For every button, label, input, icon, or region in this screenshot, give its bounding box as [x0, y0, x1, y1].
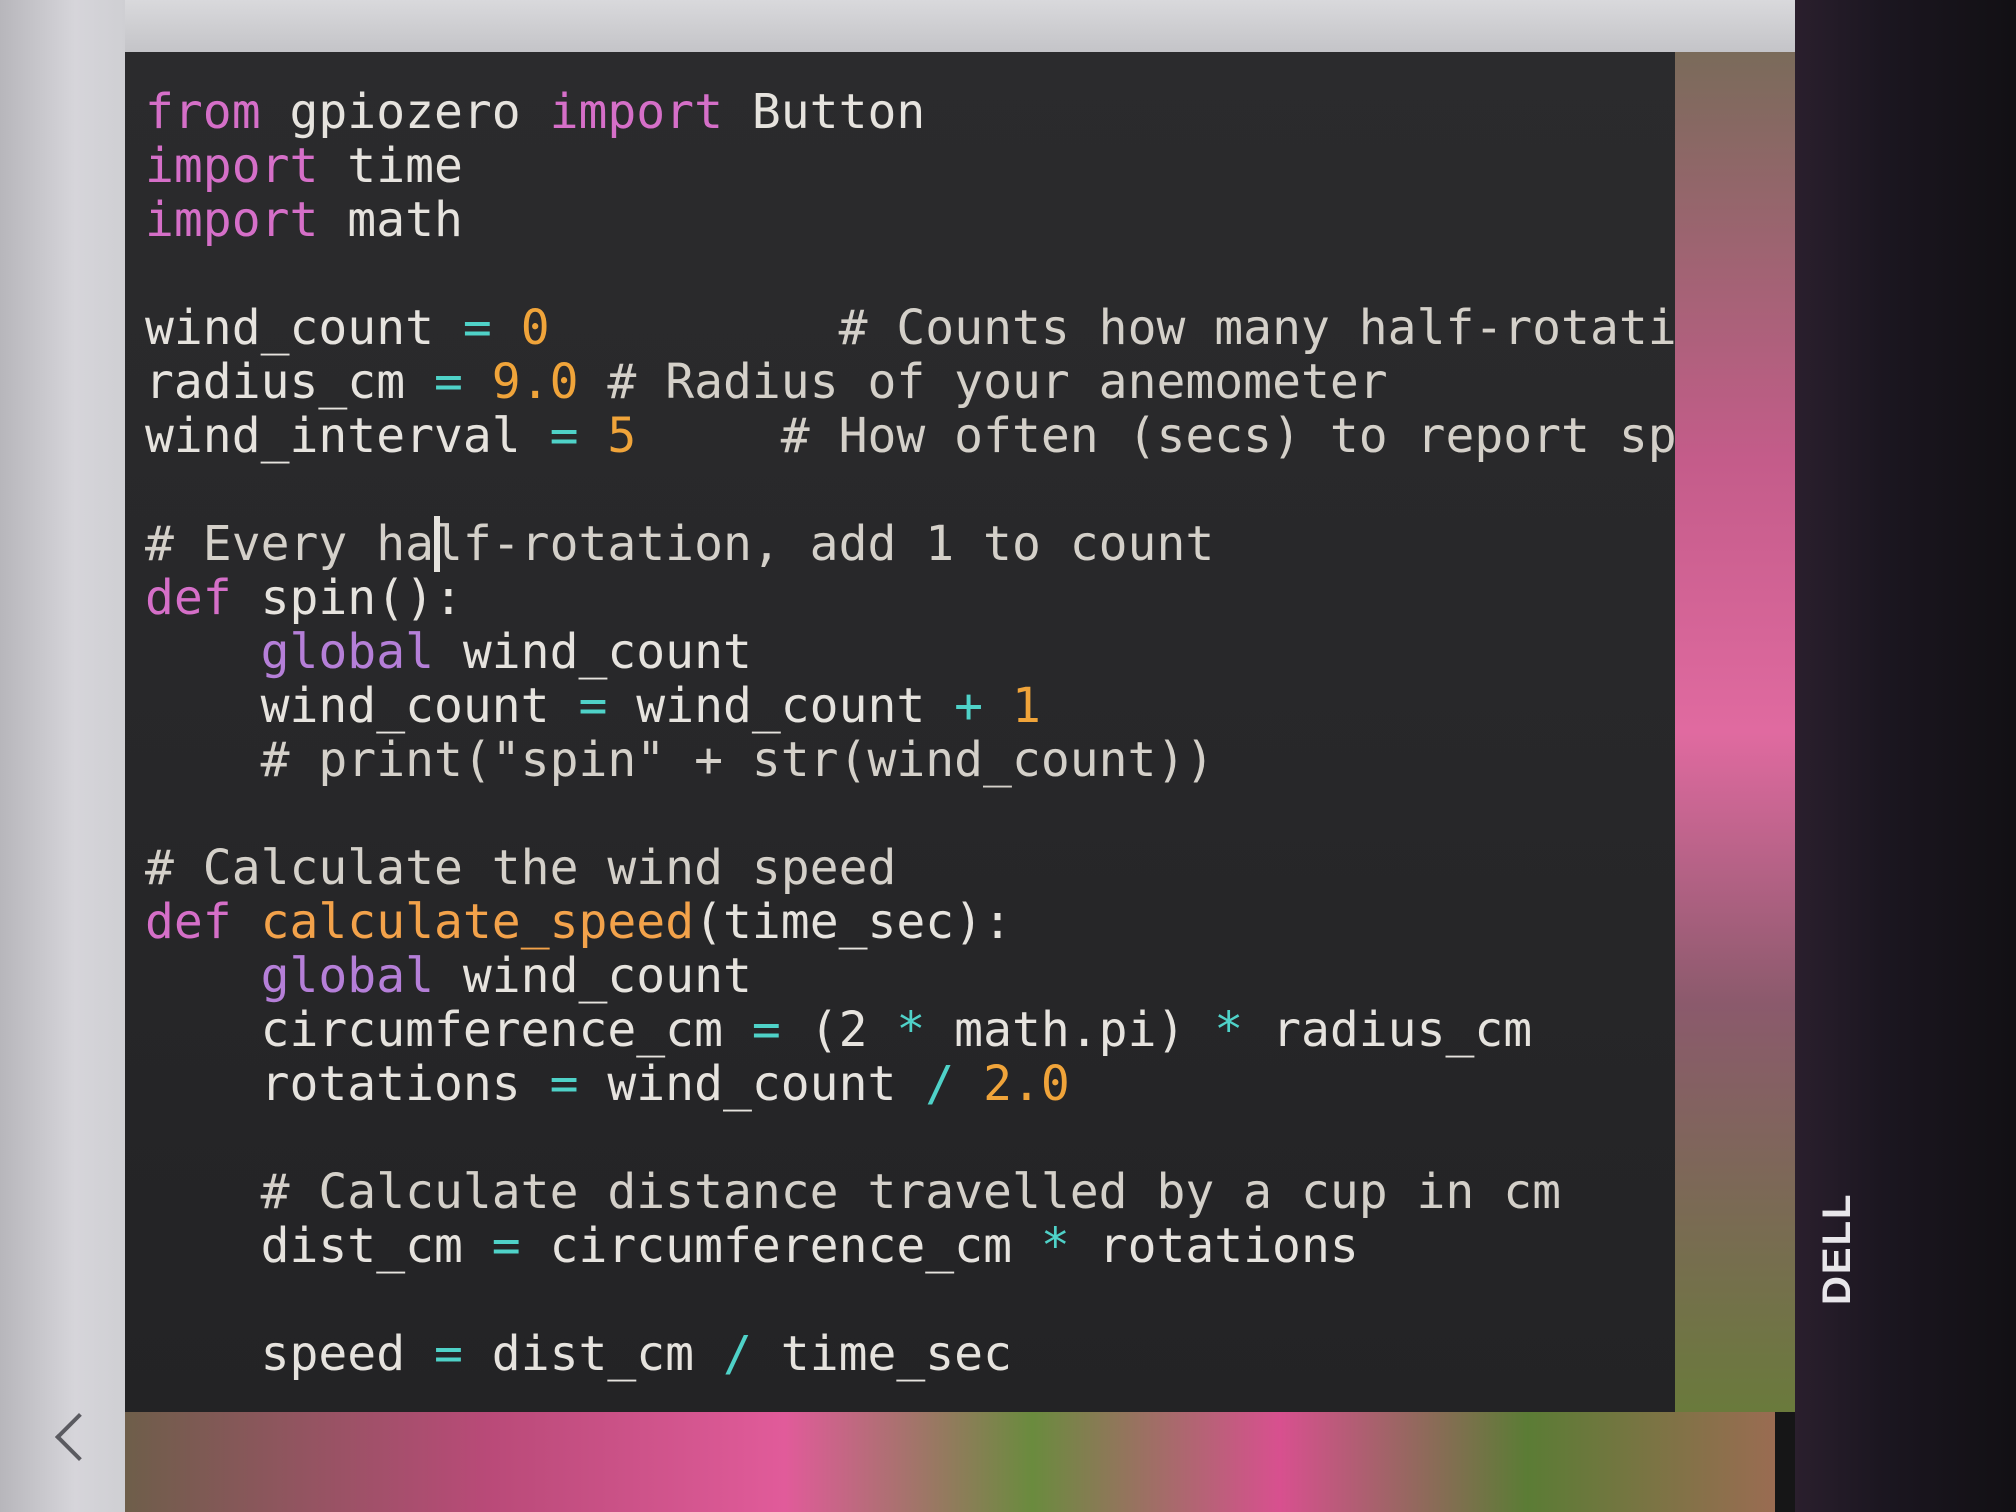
code-token: circumference_cm [520, 1218, 1041, 1274]
code-token: wind_count [433, 624, 752, 680]
code-line[interactable]: # Calculate the wind speed [145, 838, 896, 898]
code-token: = [433, 354, 463, 410]
code-line[interactable]: import math [145, 190, 463, 250]
code-token: global [260, 624, 434, 680]
code-token: dist_cm [145, 1218, 492, 1274]
code-token: # How often (secs) to report speed [636, 408, 1764, 464]
code-token: = [751, 1002, 781, 1058]
code-line[interactable]: rotations = wind_count / 2.0 [145, 1054, 1070, 1114]
code-token: 5 [607, 408, 637, 464]
code-line[interactable]: # Every half-rotation, add 1 to count [145, 514, 1214, 574]
code-token: circumference_cm [145, 1002, 752, 1058]
code-token: # Counts how many half-rotations [549, 300, 1764, 356]
code-token: wind_count [145, 678, 579, 734]
code-token: math [318, 192, 463, 248]
code-token: import [145, 138, 319, 194]
code-line[interactable]: wind_count = 0 # Counts how many half-ro… [145, 298, 1763, 358]
code-line[interactable]: import time [145, 136, 463, 196]
code-line[interactable]: def spin(): [145, 568, 463, 628]
code-line[interactable]: global wind_count [145, 946, 752, 1006]
code-line[interactable]: # Calculate distance travelled by a cup … [145, 1162, 1561, 1222]
code-token: 2.0 [983, 1056, 1070, 1112]
window-top-strip [0, 0, 2016, 52]
code-token: # Every half-rotation, add 1 to count [145, 516, 1215, 572]
code-token: rotations [1069, 1218, 1359, 1274]
code-token: = [462, 300, 492, 356]
code-line[interactable]: def calculate_speed(time_sec): [145, 892, 1012, 952]
code-token: import [549, 84, 723, 140]
code-line[interactable]: global wind_count [145, 622, 752, 682]
code-editor[interactable]: from gpiozero import Button import time im… [125, 52, 1763, 1412]
code-line[interactable]: speed = dist_cm / time_sec [145, 1324, 1012, 1384]
text-cursor [434, 516, 440, 572]
code-token: * [1040, 1218, 1070, 1274]
code-token: radius_cm [145, 354, 434, 410]
code-token: time [318, 138, 463, 194]
code-token: = [491, 1218, 521, 1274]
code-token: calculate_speed [260, 894, 695, 950]
code-line[interactable]: wind_count = wind_count + 1 [145, 676, 1041, 736]
code-token: time_sec [751, 1326, 1012, 1382]
code-token: # Radius of your anemometer [578, 354, 1388, 410]
desktop-wallpaper [1675, 52, 1795, 1412]
code-line[interactable]: circumference_cm = (2 * math.pi) * radiu… [145, 1000, 1533, 1060]
code-token: math.pi) [925, 1002, 1215, 1058]
code-token: # print("spin" + str(wind_count)) [145, 732, 1215, 788]
code-line[interactable]: radius_cm = 9.0 # Radius of your anemome… [145, 352, 1388, 412]
code-token: radius_cm [1243, 1002, 1533, 1058]
code-token: wind_count [578, 1056, 926, 1112]
code-token: Button [722, 84, 926, 140]
code-token: global [260, 948, 434, 1004]
code-token: wind_count [607, 678, 955, 734]
code-token: wind_count [433, 948, 752, 1004]
code-token: # Calculate distance travelled by a cup … [145, 1164, 1562, 1220]
code-token: * [1214, 1002, 1244, 1058]
code-line[interactable]: dist_cm = circumference_cm * rotations [145, 1216, 1359, 1276]
code-token: spin(): [231, 570, 463, 626]
code-token: * [896, 1002, 926, 1058]
code-token: 1 [1011, 678, 1041, 734]
code-token: + [954, 678, 984, 734]
chevron-down-icon[interactable] [54, 1412, 104, 1462]
code-token: def [145, 894, 232, 950]
code-token: = [549, 1056, 579, 1112]
code-token: dist_cm [462, 1326, 723, 1382]
sidebar-panel [0, 0, 125, 1512]
code-token: / [925, 1056, 955, 1112]
code-line[interactable]: # print("spin" + str(wind_count)) [145, 730, 1215, 790]
code-token: wind_count [145, 300, 463, 356]
code-token: = [433, 1326, 463, 1382]
code-token: (time_sec): [694, 894, 1012, 950]
code-token: 9.0 [491, 354, 579, 410]
code-token: 0 [520, 300, 550, 356]
code-token: = [578, 678, 608, 734]
code-line[interactable]: from gpiozero import Button [145, 82, 925, 142]
desktop-wallpaper-bottom [125, 1412, 1775, 1512]
code-token: from [145, 84, 261, 140]
code-token: def [145, 570, 232, 626]
code-line[interactable]: wind_interval = 5 # How often (secs) to … [145, 406, 1763, 466]
code-token: gpiozero [260, 84, 550, 140]
code-token: (2 [780, 1002, 897, 1058]
monitor-brand-logo: DELL [1815, 1192, 1859, 1305]
code-token: / [722, 1326, 752, 1382]
code-token: rotations [145, 1056, 550, 1112]
code-token: import [145, 192, 319, 248]
code-token: wind_interval [145, 408, 550, 464]
code-token: # Calculate the wind speed [145, 840, 897, 896]
code-token: = [549, 408, 579, 464]
code-token: speed [145, 1326, 434, 1382]
